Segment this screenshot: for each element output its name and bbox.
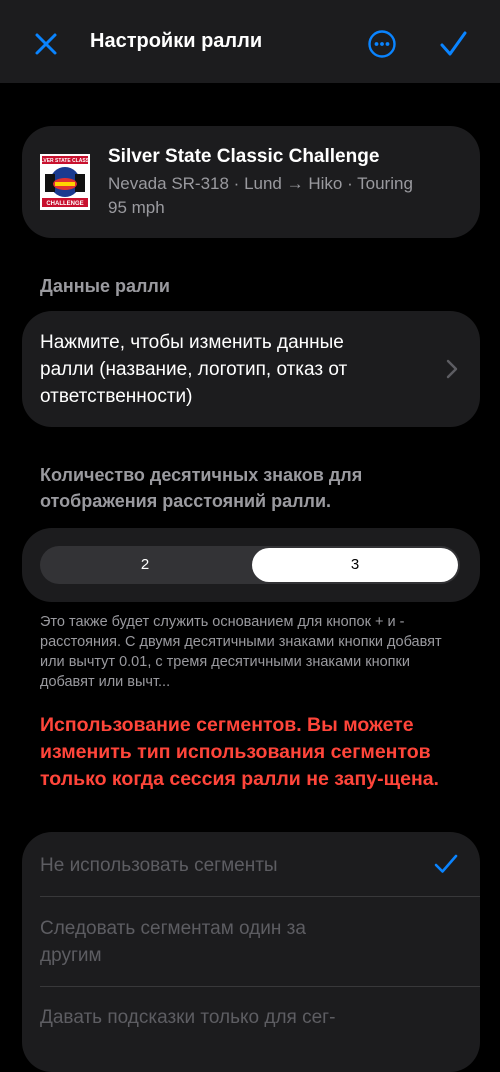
rally-speed: 95 mph [108, 198, 165, 217]
navigation-bar: Настройки ралли [0, 0, 500, 83]
done-button[interactable] [436, 28, 470, 60]
more-options-button[interactable] [366, 28, 398, 60]
divider [40, 896, 480, 897]
ellipsis-circle-icon [368, 30, 396, 58]
edit-rally-data-label: Нажмите, чтобы изменить данные ралли (на… [40, 332, 348, 407]
segments-warning: Использование сегментов. Вы можете измен… [40, 714, 439, 790]
rally-data-header: Данные ралли [40, 276, 170, 296]
edit-rally-data-row[interactable]: Нажмите, чтобы изменить данные ралли (на… [22, 311, 480, 427]
decimals-option-3[interactable]: 3 [252, 548, 458, 582]
page-title: Настройки ралли [90, 30, 263, 52]
decimals-option-2[interactable]: 2 [42, 548, 248, 582]
rally-summary-card[interactable]: SILVER STATE CLASSIC CHALLENGE Silver St… [22, 126, 480, 238]
decimals-header: Количество десятичных знаков для отображ… [40, 465, 363, 511]
checkmark-icon [434, 854, 458, 873]
segment-option-sequential[interactable]: Следовать сегментам один за другим [40, 915, 340, 969]
rally-name: Silver State Classic Challenge [108, 146, 380, 167]
segment-option-hints[interactable]: Давать подсказки только для сег- [40, 1004, 460, 1031]
svg-text:SILVER STATE CLASSIC: SILVER STATE CLASSIC [40, 158, 90, 164]
rally-logo: SILVER STATE CLASSIC CHALLENGE [40, 154, 90, 210]
decimals-segmented-control[interactable]: 2 3 [40, 546, 460, 584]
close-button[interactable] [30, 28, 62, 60]
segment-option-none[interactable]: Не использовать сегменты [40, 852, 460, 879]
divider [40, 986, 480, 987]
close-icon [35, 33, 57, 55]
chevron-right-icon [446, 359, 458, 379]
decimals-footnote: Это также будет служить основанием для к… [40, 614, 442, 690]
segments-options-card: Не использовать сегменты Следовать сегме… [22, 832, 480, 1072]
decimals-card: 2 3 [22, 528, 480, 602]
svg-text:CHALLENGE: CHALLENGE [46, 201, 83, 207]
rally-route: Nevada SR-318 · Lund → Hiko · Touring [108, 174, 413, 193]
checkmark-icon [440, 31, 467, 56]
